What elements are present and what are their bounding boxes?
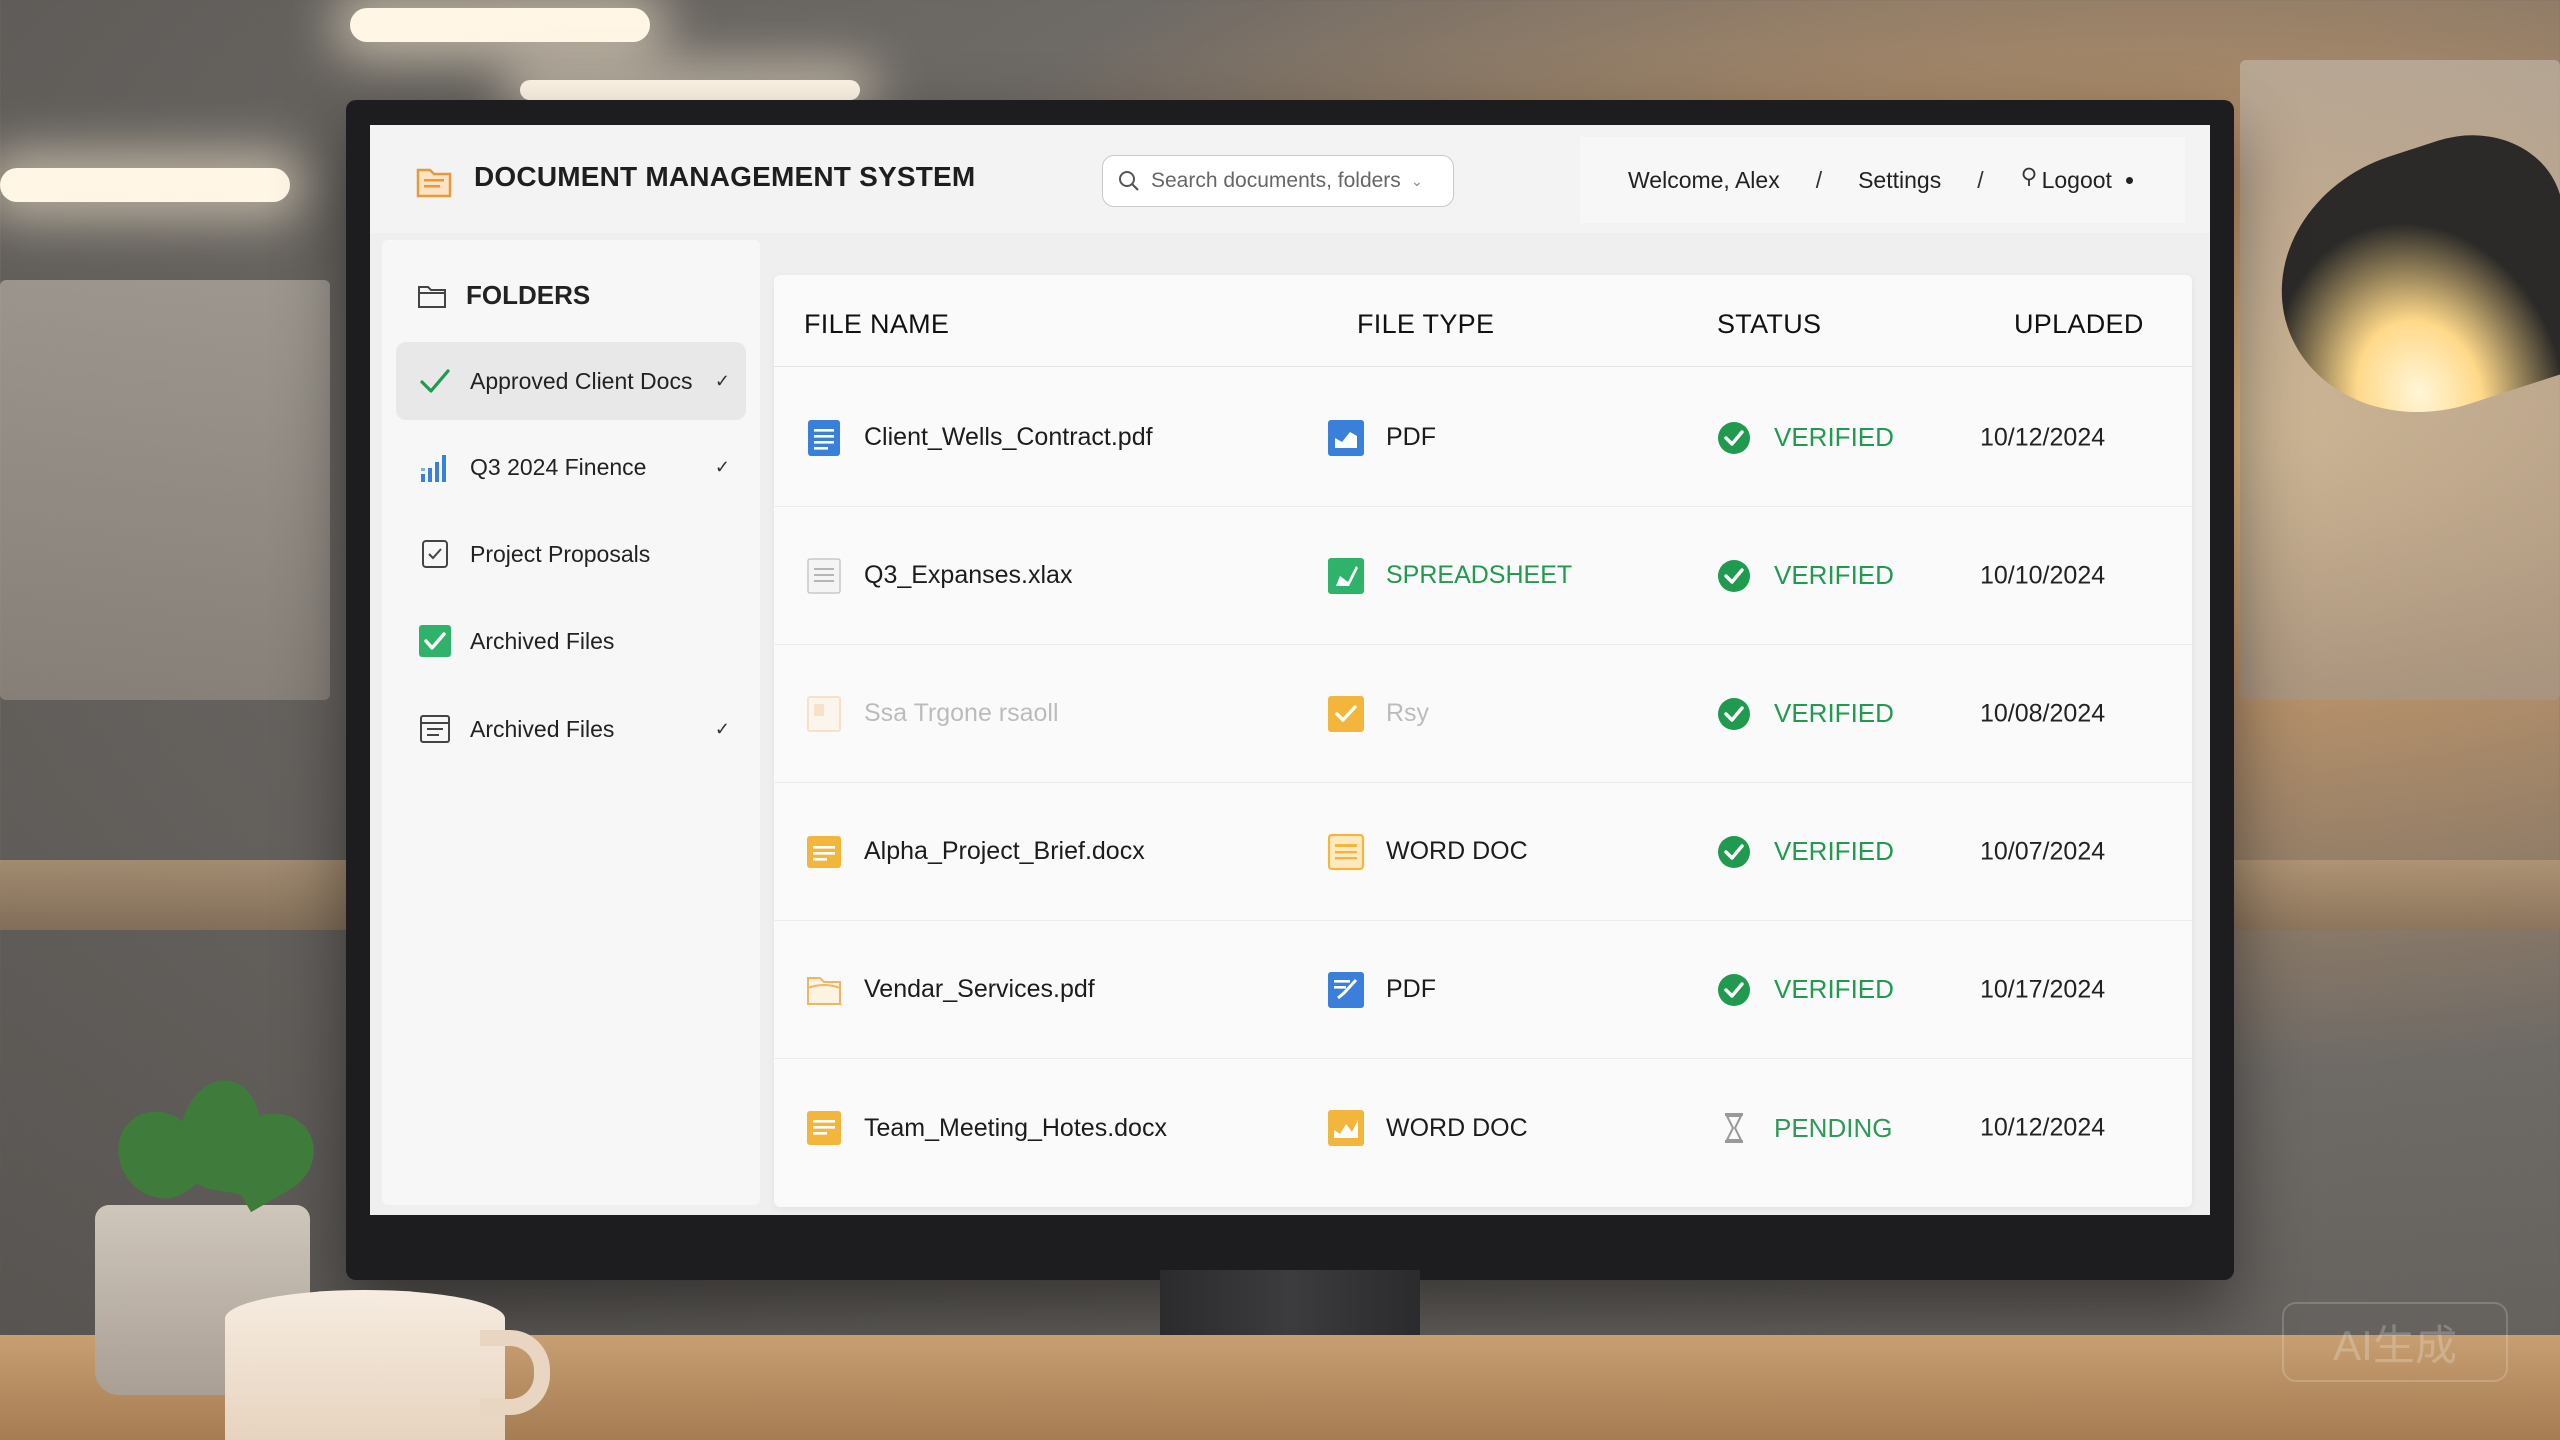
column-header-file-name[interactable]: FILE NAME xyxy=(804,309,949,340)
spreadsheet-file-icon xyxy=(807,557,841,594)
file-type: Rsy xyxy=(1386,699,1430,727)
sidebar-item-label: Approved Client Docs xyxy=(470,367,693,394)
coffee-mug xyxy=(225,1290,505,1440)
table-row[interactable]: Vendar_Services.pdf PDF VERIFIED 10/17/2… xyxy=(774,921,2192,1059)
verified-check-icon xyxy=(1718,697,1750,730)
sidebar-item-label: Archived Files xyxy=(470,715,615,742)
app-title: DOCUMENT MANAGEMENT SYSTEM xyxy=(474,161,976,192)
watermark: AI生成 xyxy=(2282,1302,2508,1382)
sidebar-item-label: Archived Files xyxy=(470,627,615,654)
file-name[interactable]: Ssa Trgone rsaoll xyxy=(864,699,1059,728)
upload-date: 10/17/2024 xyxy=(1980,975,2106,1003)
status-badge: VERIFIED xyxy=(1774,974,1894,1004)
logout-link[interactable]: Logoot xyxy=(2042,167,2112,194)
column-header-status[interactable]: STATUS xyxy=(1717,309,1821,340)
file-name[interactable]: Vendar_Services.pdf xyxy=(864,975,1095,1004)
document-folder-icon xyxy=(416,168,452,198)
sidebar-item-label: Q3 2024 Finence xyxy=(470,453,647,480)
sidebar-item-archived-files[interactable]: Archived Files xyxy=(396,602,746,680)
sidebar-item-q3-2024-finance[interactable]: Q3 2024 Finence ✓ xyxy=(396,428,746,506)
folder-icon xyxy=(418,285,446,308)
sidebar-heading: FOLDERS xyxy=(416,280,590,311)
spreadsheet-icon xyxy=(1328,557,1364,594)
background-window xyxy=(0,280,330,700)
folder-open-icon xyxy=(807,976,841,1005)
word-doc-icon xyxy=(1328,1110,1364,1146)
status-badge: VERIFIED xyxy=(1774,698,1894,728)
app-window: DOCUMENT MANAGEMENT SYSTEM ⌄ Welcome, Al… xyxy=(370,125,2210,1215)
sidebar-item-approved-client-docs[interactable]: Approved Client Docs ✓ xyxy=(396,342,746,420)
user-nav: Welcome, Alex / Settings / Logoot xyxy=(1580,137,2185,223)
ceiling-light xyxy=(0,168,290,202)
logout-indicator-icon xyxy=(2125,176,2133,184)
chevron-down-icon[interactable]: ✓ xyxy=(715,457,730,478)
sidebar: FOLDERS Approved Client Docs ✓ Q3 2024 F… xyxy=(382,240,760,1205)
nav-separator: / xyxy=(1977,166,1984,193)
verified-check-icon xyxy=(1718,835,1750,868)
upload-date: 10/10/2024 xyxy=(1980,561,2106,589)
sidebar-item-archived-files-2[interactable]: Archived Files ✓ xyxy=(396,690,746,768)
checkmark-icon xyxy=(418,364,452,398)
file-table: FILE NAME FILE TYPE STATUS UPLADED Clien… xyxy=(774,275,2192,1207)
search-icon xyxy=(1119,171,1139,191)
logout-icon[interactable] xyxy=(2020,166,2038,194)
column-header-file-type[interactable]: FILE TYPE xyxy=(1357,309,1494,340)
settings-link[interactable]: Settings xyxy=(1858,167,1941,194)
table-row[interactable]: Ssa Trgone rsaoll Rsy VERIFIED 10/08/202… xyxy=(774,645,2192,783)
sidebar-item-project-proposals[interactable]: Project Proposals xyxy=(396,515,746,593)
checkbox-yellow-icon xyxy=(1328,695,1364,732)
status-badge: VERIFIED xyxy=(1774,560,1894,590)
verified-check-icon xyxy=(1718,973,1750,1006)
upload-date: 10/07/2024 xyxy=(1980,837,2106,865)
verified-check-icon xyxy=(1718,421,1750,454)
status-badge: VERIFIED xyxy=(1774,836,1894,866)
verified-check-icon xyxy=(1718,559,1750,592)
checkbox-checked-icon xyxy=(418,624,452,658)
checklist-icon xyxy=(418,537,452,571)
word-doc-icon xyxy=(1327,833,1365,870)
search-box[interactable]: ⌄ xyxy=(1102,155,1454,207)
file-type: PDF xyxy=(1386,975,1436,1003)
document-blue-icon xyxy=(808,419,840,456)
status-badge: PENDING xyxy=(1774,1112,1893,1143)
search-input[interactable] xyxy=(1151,169,1411,193)
nav-separator: / xyxy=(1815,166,1823,193)
table-row[interactable]: Client_Wells_Contract.pdf PDF VERIFIED 1… xyxy=(774,369,2192,507)
upload-date: 10/08/2024 xyxy=(1980,699,2106,727)
column-header-uploaded[interactable]: UPLADED xyxy=(2014,309,2144,340)
table-row[interactable]: Q3_Expanses.xlax SPREADSHEET VERIFIED 10… xyxy=(774,507,2192,645)
pdf-icon xyxy=(1328,971,1364,1008)
pdf-icon xyxy=(1328,419,1364,456)
file-name[interactable]: Alpha_Project_Brief.docx xyxy=(864,837,1145,866)
file-type: WORD DOC xyxy=(1386,1113,1528,1142)
table-row[interactable]: Alpha_Project_Brief.docx WORD DOC VERIFI… xyxy=(774,783,2192,921)
status-badge: VERIFIED xyxy=(1774,422,1894,452)
app-header: DOCUMENT MANAGEMENT SYSTEM ⌄ Welcome, Al… xyxy=(370,125,2210,233)
file-name[interactable]: Q3_Expanses.xlax xyxy=(864,561,1072,590)
welcome-text: Welcome, Alex xyxy=(1628,166,1780,193)
chevron-down-icon[interactable]: ✓ xyxy=(715,719,730,740)
upload-date: 10/12/2024 xyxy=(1980,1113,2106,1142)
sidebar-heading-label: FOLDERS xyxy=(466,280,591,310)
document-orange-icon xyxy=(807,695,841,732)
file-name[interactable]: Team_Meeting_Hotes.docx xyxy=(864,1114,1167,1143)
file-name[interactable]: Client_Wells_Contract.pdf xyxy=(864,423,1153,452)
search-dropdown-icon[interactable]: ⌄ xyxy=(1411,173,1423,190)
document-yellow-icon xyxy=(807,1111,841,1145)
file-type: PDF xyxy=(1386,423,1436,451)
hourglass-pending-icon xyxy=(1725,1113,1743,1143)
file-type: WORD DOC xyxy=(1386,837,1528,865)
ceiling-light xyxy=(350,8,650,42)
archive-list-icon xyxy=(418,712,452,746)
bar-chart-icon xyxy=(418,450,452,484)
table-row[interactable]: Team_Meeting_Hotes.docx WORD DOC PENDING… xyxy=(774,1059,2192,1197)
sidebar-item-label: Project Proposals xyxy=(470,540,651,567)
upload-date: 10/12/2024 xyxy=(1980,423,2106,451)
document-yellow-icon xyxy=(807,835,841,868)
ceiling-light xyxy=(520,80,860,100)
table-header: FILE NAME FILE TYPE STATUS UPLADED xyxy=(774,275,2192,367)
chevron-down-icon[interactable]: ✓ xyxy=(715,371,730,392)
file-type: SPREADSHEET xyxy=(1386,561,1573,589)
